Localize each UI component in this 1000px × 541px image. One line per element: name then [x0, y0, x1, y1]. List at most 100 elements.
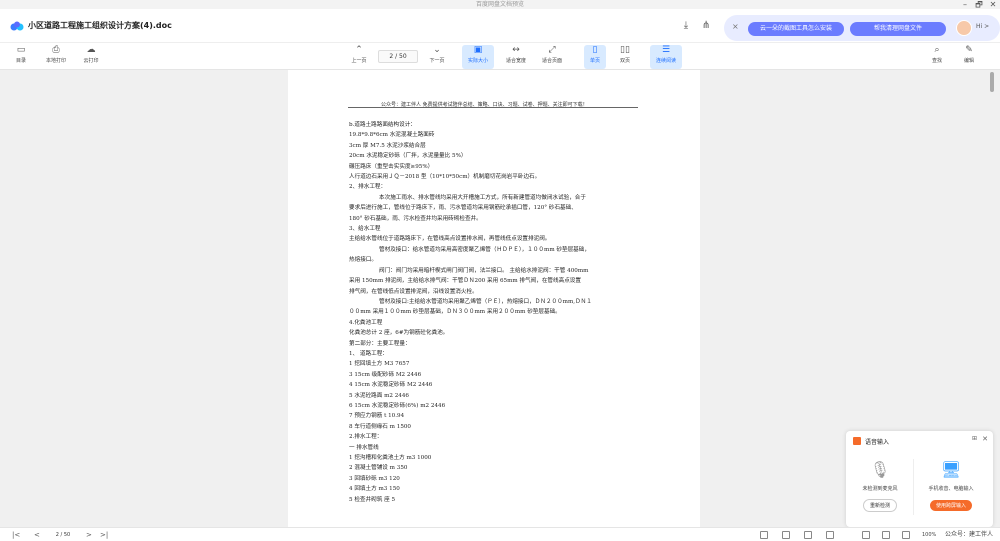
scroll-view-icon[interactable]: [804, 531, 812, 539]
document-line: 排气阀，在管线低点设置排泥阀，沿线设置消火栓。: [349, 288, 478, 295]
document-title: 小区道路工程施工组织设计方案(4).doc: [28, 21, 172, 30]
document-line: 管材及接口：给水管道均采用高密度聚乙烯管（ＨＤＰＥ），１００mm 砂垫层基础，: [379, 246, 590, 253]
page-indicator[interactable]: 2 / 50: [46, 530, 80, 540]
grid-icon[interactable]: ⊞: [972, 435, 977, 442]
download-icon[interactable]: ⤓: [680, 20, 692, 32]
find-label: 查找: [931, 58, 942, 64]
next-page-icon[interactable]: >: [86, 530, 92, 540]
zoom-out-icon[interactable]: [862, 531, 870, 539]
viewer-toolbar: ▭ 目录 ⎙ 本地打印 ☁ 云打印 ⌃ 上一页 ⌄ 下一页 ▣ 实际大小 ↔ 适合宽度 ⤢ 适合…: [0, 43, 1000, 70]
document-line: 管材及接口:主给给水管道均采用聚乙烯管（ＰＥ），热熔接口，ＤＮ２００mm,ＤＮ１: [379, 298, 592, 305]
document-line: 4.化粪池工程: [349, 319, 383, 326]
vertical-scrollbar[interactable]: [990, 72, 994, 92]
first-page-icon[interactable]: |<: [12, 530, 20, 540]
chevron-down-icon: ⌄: [433, 45, 441, 55]
fit-page-label: 适合页面: [541, 58, 562, 64]
double-page-icon: ▯▯: [620, 45, 630, 55]
double-view-icon[interactable]: [782, 531, 790, 539]
document-line: 1 挖沟槽和化粪池土方 m3 1000: [349, 455, 432, 461]
document-line: 阀门：阀门均采用暗杆楔式闸门阀门阀，法兰接口。 主给给水排泥阀：干管 400mm: [379, 267, 589, 274]
document-line: 要求后进行施工，管线位于路床下，雨、污水管道均采用钢筋砼承插口管，120° 砂石…: [349, 205, 577, 212]
continuous-read-button[interactable]: ☰ 连续阅读: [650, 45, 682, 69]
local-print-button[interactable]: ⎙ 本地打印: [42, 45, 70, 69]
actual-size-icon: ▣: [473, 45, 483, 55]
page-number-input[interactable]: 2 / 50: [378, 50, 418, 63]
window-controls: – 🗗 ✕: [958, 0, 1000, 9]
close-suggestions-icon[interactable]: ×: [732, 22, 739, 31]
assistant-greeting[interactable]: Hi >: [976, 23, 989, 30]
redetect-button[interactable]: 重新检测: [862, 499, 897, 512]
restore-button[interactable]: 🗗: [972, 0, 986, 9]
suggestion-pill-screenshot[interactable]: 云一朵的截图工具怎么安装: [748, 22, 844, 36]
document-line: 4 回填土方 m3 150: [349, 486, 400, 493]
fit-page-button[interactable]: ⤢ 适合页面: [538, 45, 566, 69]
zoom-in-icon[interactable]: [902, 531, 910, 539]
double-page-button[interactable]: ▯▯ 双页: [614, 45, 636, 69]
minimize-button[interactable]: –: [958, 0, 972, 9]
document-line: 化粪池总计 2 座，6#为钢筋砼化粪池。: [349, 330, 449, 337]
document-page: 公众号：建工伴人 免费提供考试陪伴总结、策略、口诀、习题、试卷、押题、关注即可下…: [288, 70, 700, 527]
voice-input-popup: 语音输入 ⊞ ✕ 🎙 未检测到麦克风 重新检测 🖥 手机收音、电脑输入 使用跨屏…: [846, 431, 993, 527]
edit-label: 编辑: [963, 58, 974, 64]
baidu-netdisk-logo-icon: [10, 21, 24, 31]
cloud-printer-icon: ☁: [86, 45, 96, 55]
fit-width-label: 适合宽度: [505, 58, 526, 64]
edit-button[interactable]: ✎ 编辑: [960, 45, 978, 69]
suggestion-pill-cleanup[interactable]: 帮我清理网盘文件: [850, 22, 946, 36]
prev-page-label: 上一页: [351, 58, 367, 64]
document-line: 8 车行道侧缘石 m 1500: [349, 423, 411, 430]
document-line: 4 15cm 水泥稳定砂砾 M2 2446: [349, 382, 433, 389]
zoom-level: 100%: [922, 532, 937, 538]
cloud-print-label: 云打印: [83, 58, 99, 64]
window-titlebar: 百度网盘文档预览 – 🗗 ✕: [0, 0, 1000, 9]
toc-button[interactable]: ▭ 目录: [12, 45, 30, 69]
document-line: 3 回填砂砾 m3 120: [349, 475, 400, 482]
document-line: 20cm 水泥稳定砂砾（厂拌，水泥量量比 5%）: [349, 153, 467, 160]
document-line: 6 15cm 水泥稳定砂砾(6%) m2 2446: [349, 402, 446, 409]
mic-status-label: 未检测到麦克风: [862, 486, 898, 492]
document-line: 2、排水工程：: [349, 184, 387, 191]
single-view-icon[interactable]: [760, 531, 768, 539]
document-line: 2.排水工程：: [349, 434, 383, 441]
cloud-print-button[interactable]: ☁ 云打印: [80, 45, 102, 69]
toc-icon: ▭: [16, 45, 26, 55]
fit-width-button[interactable]: ↔ 适合宽度: [502, 45, 530, 69]
prev-page-button[interactable]: ⌃ 上一页: [348, 45, 370, 69]
mic-option: 🎙 未检测到麦克风 重新检测: [850, 455, 910, 512]
assistant-avatar[interactable]: [956, 20, 972, 36]
document-line: 1 挖回填土方 M3 7657: [349, 361, 410, 368]
page-header-rule: [348, 107, 638, 108]
single-page-button[interactable]: ▯ 单页: [584, 45, 606, 69]
last-page-icon[interactable]: >|: [100, 530, 108, 540]
document-line: 主给给水管线位于道路路床下，在管线高点设置排水阀，再管线低点设置排泥阀。: [349, 236, 551, 243]
window-title: 百度网盘文档预览: [475, 1, 524, 8]
continuous-icon: ☰: [661, 45, 671, 55]
use-cross-screen-button[interactable]: 使用跨屏输入: [929, 500, 972, 511]
document-line: 3、给水工程: [349, 226, 381, 233]
single-page-icon: ▯: [592, 45, 598, 55]
fit-width-icon: ↔: [512, 45, 520, 55]
watermark-text: 公众号：建工伴人: [945, 531, 994, 538]
prev-page-icon[interactable]: <: [34, 530, 40, 540]
share-icon[interactable]: ⋔: [700, 20, 712, 32]
microphone-off-icon: 🎙: [869, 460, 891, 479]
continuous-read-label: 连续阅读: [655, 58, 676, 64]
status-bar: |< < 2 / 50 > >| 100% 公众号：建工伴人: [0, 527, 1000, 541]
fit-view-icon[interactable]: [826, 531, 834, 539]
close-icon[interactable]: ✕: [982, 435, 988, 443]
voice-input-logo-icon: [853, 437, 861, 445]
document-line: 5 检查井砌筑 座 5: [349, 496, 396, 503]
actual-size-button[interactable]: ▣ 实际大小: [462, 45, 494, 69]
document-line: 一 排水管线: [349, 444, 379, 451]
next-page-label: 下一页: [429, 58, 445, 64]
find-button[interactable]: ⌕ 查找: [928, 45, 946, 69]
next-page-button[interactable]: ⌄ 下一页: [426, 45, 448, 69]
monitor-phone-icon: 🖥: [940, 460, 962, 479]
close-window-button[interactable]: ✕: [986, 0, 1000, 9]
zoom-slider-icon[interactable]: [882, 531, 890, 539]
assistant-suggestions: × 云一朵的截图工具怎么安装 帮我清理网盘文件 Hi >: [724, 15, 1000, 41]
pencil-icon: ✎: [965, 45, 973, 55]
document-viewer-window: { "window":{"title":"百度网盘文档预览","controls…: [0, 0, 1000, 541]
fit-page-icon: ⤢: [548, 45, 556, 55]
actual-size-label: 实际大小: [467, 58, 488, 64]
